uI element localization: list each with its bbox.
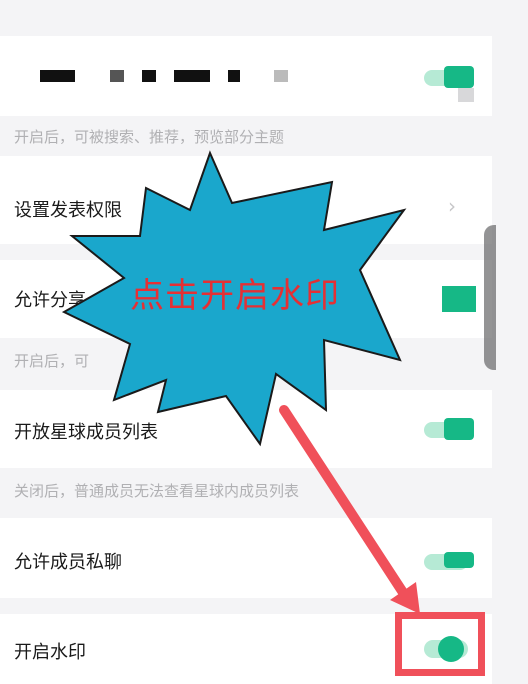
chevron-right-icon: › [448,194,456,218]
callout-text: 点击开启水印 [130,276,340,316]
setting-row-public[interactable] [0,36,492,116]
toggle-knob [444,552,474,568]
top-gap [0,0,492,36]
hint-member-list: 关闭后，普通成员无法查看星球内成员列表 [0,468,492,518]
toggle-knob [444,66,474,88]
toggle-allow-share[interactable] [442,286,476,312]
watermark-label: 开启水印 [14,642,86,663]
toggle-shadow [458,88,474,102]
hint-public-text: 开启后，可被搜索、推荐，预览部分主题 [14,128,285,146]
hint-member-list-text: 关闭后，普通成员无法查看星球内成员列表 [14,482,300,500]
highlight-box [395,612,485,676]
private-chat-label: 允许成员私聊 [14,552,122,573]
setting-row-private-chat[interactable]: 允许成员私聊 [0,518,492,598]
toggle-member-list[interactable] [424,418,476,440]
toggle-knob [444,418,474,440]
toggle-private-chat[interactable] [424,550,476,572]
toggle-public[interactable] [424,66,476,102]
side-scroll-handle[interactable] [484,225,496,370]
